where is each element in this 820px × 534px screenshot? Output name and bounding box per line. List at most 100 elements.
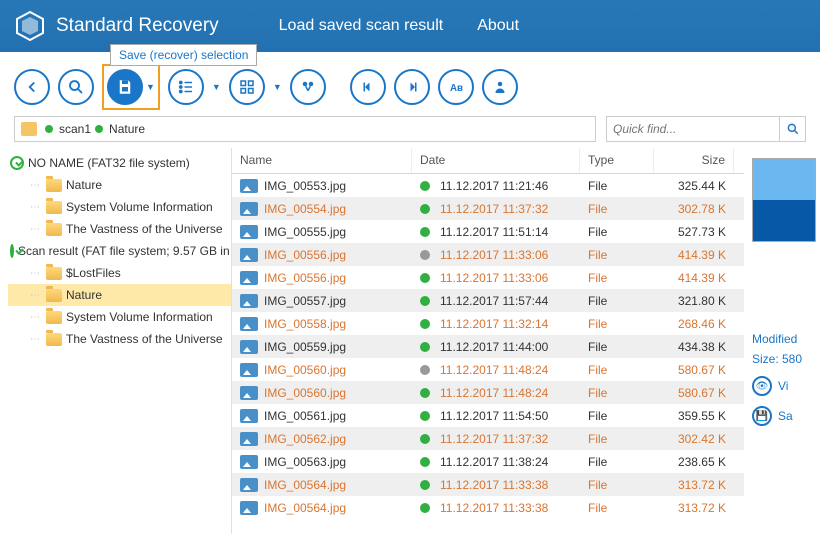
preview-save-button[interactable]: 💾Sa — [752, 406, 820, 426]
tree-node[interactable]: ⋯$LostFiles — [8, 262, 231, 284]
file-row[interactable]: IMG_00563.jpg11.12.2017 11:38:24File238.… — [232, 450, 744, 473]
scan-button[interactable] — [58, 69, 94, 105]
file-name: IMG_00556.jpg — [264, 271, 346, 285]
back-button[interactable] — [14, 69, 50, 105]
file-row[interactable]: IMG_00556.jpg11.12.2017 11:33:06File414.… — [232, 243, 744, 266]
next-button[interactable] — [394, 69, 430, 105]
save-icon: 💾 — [752, 406, 772, 426]
breadcrumb-item: scan1 — [59, 122, 91, 136]
status-dot-icon — [420, 319, 430, 329]
image-file-icon — [240, 432, 258, 446]
file-type: File — [580, 501, 654, 515]
col-date[interactable]: Date — [412, 148, 580, 173]
file-row[interactable]: IMG_00564.jpg11.12.2017 11:33:38File313.… — [232, 473, 744, 496]
file-row[interactable]: IMG_00564.jpg11.12.2017 11:33:38File313.… — [232, 496, 744, 519]
file-date: 11.12.2017 11:33:38 — [440, 478, 548, 492]
file-type: File — [580, 202, 654, 216]
file-size: 302.78 K — [654, 202, 734, 216]
file-row[interactable]: IMG_00562.jpg11.12.2017 11:37:32File302.… — [232, 427, 744, 450]
file-type: File — [580, 225, 654, 239]
breadcrumb[interactable]: scan1 Nature — [14, 116, 596, 142]
save-dropdown-icon[interactable]: ▼ — [146, 82, 155, 92]
file-type: File — [580, 363, 654, 377]
file-type: File — [580, 179, 654, 193]
find-button[interactable] — [290, 69, 326, 105]
col-size[interactable]: Size — [654, 148, 734, 173]
save-button[interactable] — [107, 69, 143, 105]
prev-button[interactable] — [350, 69, 386, 105]
menu-load-scan[interactable]: Load saved scan result — [279, 17, 444, 35]
status-dot-icon — [420, 296, 430, 306]
file-size: 580.67 K — [654, 386, 734, 400]
image-file-icon — [240, 179, 258, 193]
file-row[interactable]: IMG_00555.jpg11.12.2017 11:51:14File527.… — [232, 220, 744, 243]
file-date: 11.12.2017 11:48:24 — [440, 363, 548, 377]
file-date: 11.12.2017 11:57:44 — [440, 294, 548, 308]
file-size: 580.67 K — [654, 363, 734, 377]
folder-icon — [46, 179, 62, 192]
file-name: IMG_00559.jpg — [264, 340, 346, 354]
image-file-icon — [240, 501, 258, 515]
file-row[interactable]: IMG_00560.jpg11.12.2017 11:48:24File580.… — [232, 381, 744, 404]
col-name[interactable]: Name — [232, 148, 412, 173]
image-file-icon — [240, 340, 258, 354]
save-tooltip: Save (recover) selection — [110, 44, 257, 66]
quick-find — [606, 116, 806, 142]
file-name: IMG_00564.jpg — [264, 501, 346, 515]
file-row[interactable]: IMG_00561.jpg11.12.2017 11:54:50File359.… — [232, 404, 744, 427]
svg-text:Aʙ: Aʙ — [450, 83, 463, 94]
quick-find-input[interactable] — [607, 122, 779, 136]
file-date: 11.12.2017 11:33:06 — [440, 248, 548, 262]
file-type: File — [580, 294, 654, 308]
image-file-icon — [240, 202, 258, 216]
tree-node[interactable]: ⋯Nature — [8, 174, 231, 196]
file-size: 313.72 K — [654, 478, 734, 492]
file-name: IMG_00564.jpg — [264, 478, 346, 492]
status-dot-icon — [420, 204, 430, 214]
status-dot-icon — [420, 250, 430, 260]
file-row[interactable]: IMG_00556.jpg11.12.2017 11:33:06File414.… — [232, 266, 744, 289]
view-dropdown-icon[interactable]: ▼ — [273, 82, 282, 92]
file-row[interactable]: IMG_00557.jpg11.12.2017 11:57:44File321.… — [232, 289, 744, 312]
file-name: IMG_00556.jpg — [264, 248, 346, 262]
menu-about[interactable]: About — [477, 17, 519, 35]
file-row[interactable]: IMG_00558.jpg11.12.2017 11:32:14File268.… — [232, 312, 744, 335]
quick-find-button[interactable] — [779, 117, 805, 141]
status-dot-icon — [45, 125, 53, 133]
file-name: IMG_00555.jpg — [264, 225, 346, 239]
status-dot-icon — [420, 365, 430, 375]
image-file-icon — [240, 225, 258, 239]
list-dropdown-icon[interactable]: ▼ — [212, 82, 221, 92]
file-row[interactable]: IMG_00560.jpg11.12.2017 11:48:24File580.… — [232, 358, 744, 381]
file-row[interactable]: IMG_00554.jpg11.12.2017 11:37:32File302.… — [232, 197, 744, 220]
col-type[interactable]: Type — [580, 148, 654, 173]
file-type: File — [580, 248, 654, 262]
file-type: File — [580, 455, 654, 469]
file-date: 11.12.2017 11:37:32 — [440, 432, 548, 446]
file-row[interactable]: IMG_00559.jpg11.12.2017 11:44:00File434.… — [232, 335, 744, 358]
folder-icon — [46, 311, 62, 324]
tree-root-noname[interactable]: NO NAME (FAT32 file system) — [8, 152, 231, 174]
file-size: 302.42 K — [654, 432, 734, 446]
user-button[interactable] — [482, 69, 518, 105]
preview-view-button[interactable]: 👁Vi — [752, 376, 820, 396]
image-file-icon — [240, 294, 258, 308]
file-row[interactable]: IMG_00553.jpg11.12.2017 11:21:46File325.… — [232, 174, 744, 197]
tree-node[interactable]: ⋯The Vastness of the Universe — [8, 218, 231, 240]
status-dot-icon — [420, 411, 430, 421]
status-dot-icon — [420, 181, 430, 191]
list-button[interactable] — [168, 69, 204, 105]
file-name: IMG_00561.jpg — [264, 409, 346, 423]
file-type: File — [580, 409, 654, 423]
image-file-icon — [240, 248, 258, 262]
file-name: IMG_00557.jpg — [264, 294, 346, 308]
tree-node[interactable]: ⋯System Volume Information — [8, 306, 231, 328]
tree-root-scanresult[interactable]: Scan result (FAT file system; 9.57 GB in… — [8, 240, 231, 262]
view-grid-button[interactable] — [229, 69, 265, 105]
tree-node[interactable]: ⋯The Vastness of the Universe — [8, 328, 231, 350]
text-case-button[interactable]: Aʙ — [438, 69, 474, 105]
file-type: File — [580, 317, 654, 331]
folder-icon — [21, 122, 37, 136]
tree-node-selected[interactable]: ⋯Nature — [8, 284, 231, 306]
tree-node[interactable]: ⋯System Volume Information — [8, 196, 231, 218]
